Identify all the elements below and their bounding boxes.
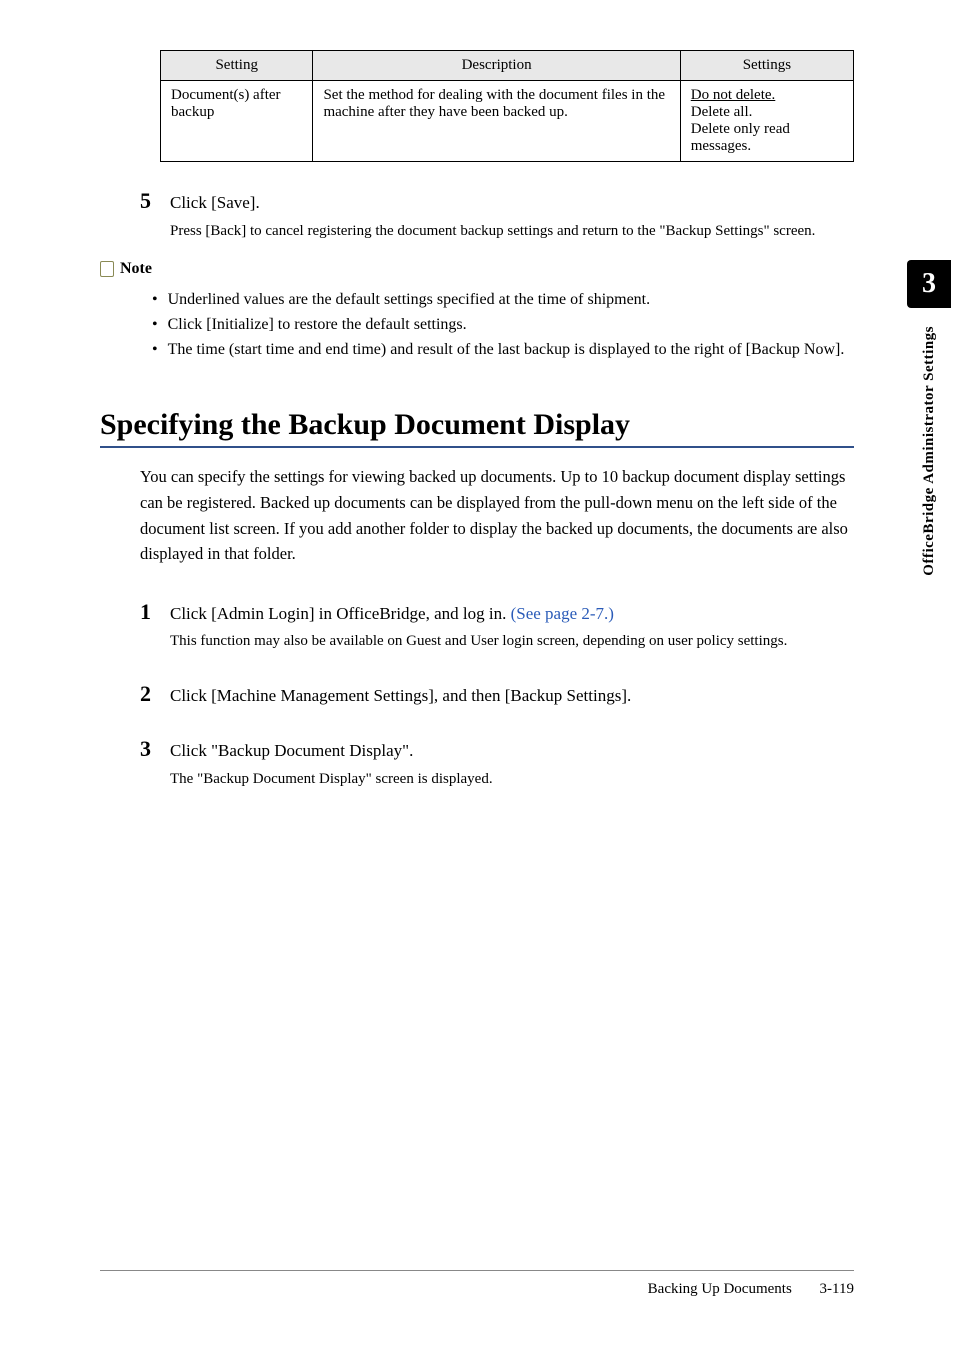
step-3: 3 Click "Backup Document Display". The "… bbox=[140, 738, 854, 790]
note-list: Underlined values are the default settin… bbox=[170, 288, 854, 362]
step-number: 1 bbox=[140, 599, 151, 625]
step-1: 1 Click [Admin Login] in OfficeBridge, a… bbox=[140, 601, 854, 653]
table-row: Document(s) after backup Set the method … bbox=[161, 81, 854, 162]
note-label-text: Note bbox=[120, 260, 152, 278]
step-2: 2 Click [Machine Management Settings], a… bbox=[140, 683, 854, 709]
cell-setting: Document(s) after backup bbox=[161, 81, 313, 162]
note-item: Click [Initialize] to restore the defaul… bbox=[170, 313, 854, 338]
footer-page-number: 3-119 bbox=[820, 1281, 854, 1297]
step-detail: This function may also be available on G… bbox=[170, 630, 854, 653]
step-instruction: Click [Save]. bbox=[170, 190, 854, 216]
step-detail: The "Backup Document Display" screen is … bbox=[170, 768, 854, 791]
step-instruction: Click "Backup Document Display". bbox=[170, 738, 854, 764]
page-footer: Backing Up Documents 3-119 bbox=[100, 1270, 854, 1298]
section-title: Specifying the Backup Document Display bbox=[100, 408, 854, 448]
th-description: Description bbox=[313, 51, 680, 81]
step-number: 5 bbox=[140, 188, 151, 214]
th-settings: Settings bbox=[680, 51, 853, 81]
step-number: 3 bbox=[140, 736, 151, 762]
page-reference-link[interactable]: (See page 2-7.) bbox=[511, 604, 614, 623]
settings-table: Setting Description Settings Document(s)… bbox=[160, 50, 854, 162]
other-values: Delete all. Delete only read messages. bbox=[691, 104, 790, 154]
step-5: 5 Click [Save]. Press [Back] to cancel r… bbox=[140, 190, 854, 242]
step-number: 2 bbox=[140, 681, 151, 707]
th-setting: Setting bbox=[161, 51, 313, 81]
note-item: Underlined values are the default settin… bbox=[170, 288, 854, 313]
side-tab: 3 OfficeBridge Administrator Settings bbox=[904, 260, 954, 576]
note-item: The time (start time and end time) and r… bbox=[170, 338, 854, 363]
step-instruction: Click [Machine Management Settings], and… bbox=[170, 683, 854, 709]
section-intro: You can specify the settings for viewing… bbox=[140, 464, 854, 566]
default-value: Do not delete. bbox=[691, 87, 776, 103]
cell-description: Set the method for dealing with the docu… bbox=[313, 81, 680, 162]
footer-section-title: Backing Up Documents bbox=[648, 1281, 792, 1297]
note-icon bbox=[100, 261, 114, 277]
chapter-title: OfficeBridge Administrator Settings bbox=[921, 326, 938, 576]
chapter-number: 3 bbox=[907, 260, 951, 308]
cell-settings: Do not delete.Delete all. Delete only re… bbox=[680, 81, 853, 162]
note-heading: Note bbox=[100, 260, 152, 278]
step-instruction: Click [Admin Login] in OfficeBridge, and… bbox=[170, 601, 854, 627]
step-detail: Press [Back] to cancel registering the d… bbox=[170, 220, 854, 243]
